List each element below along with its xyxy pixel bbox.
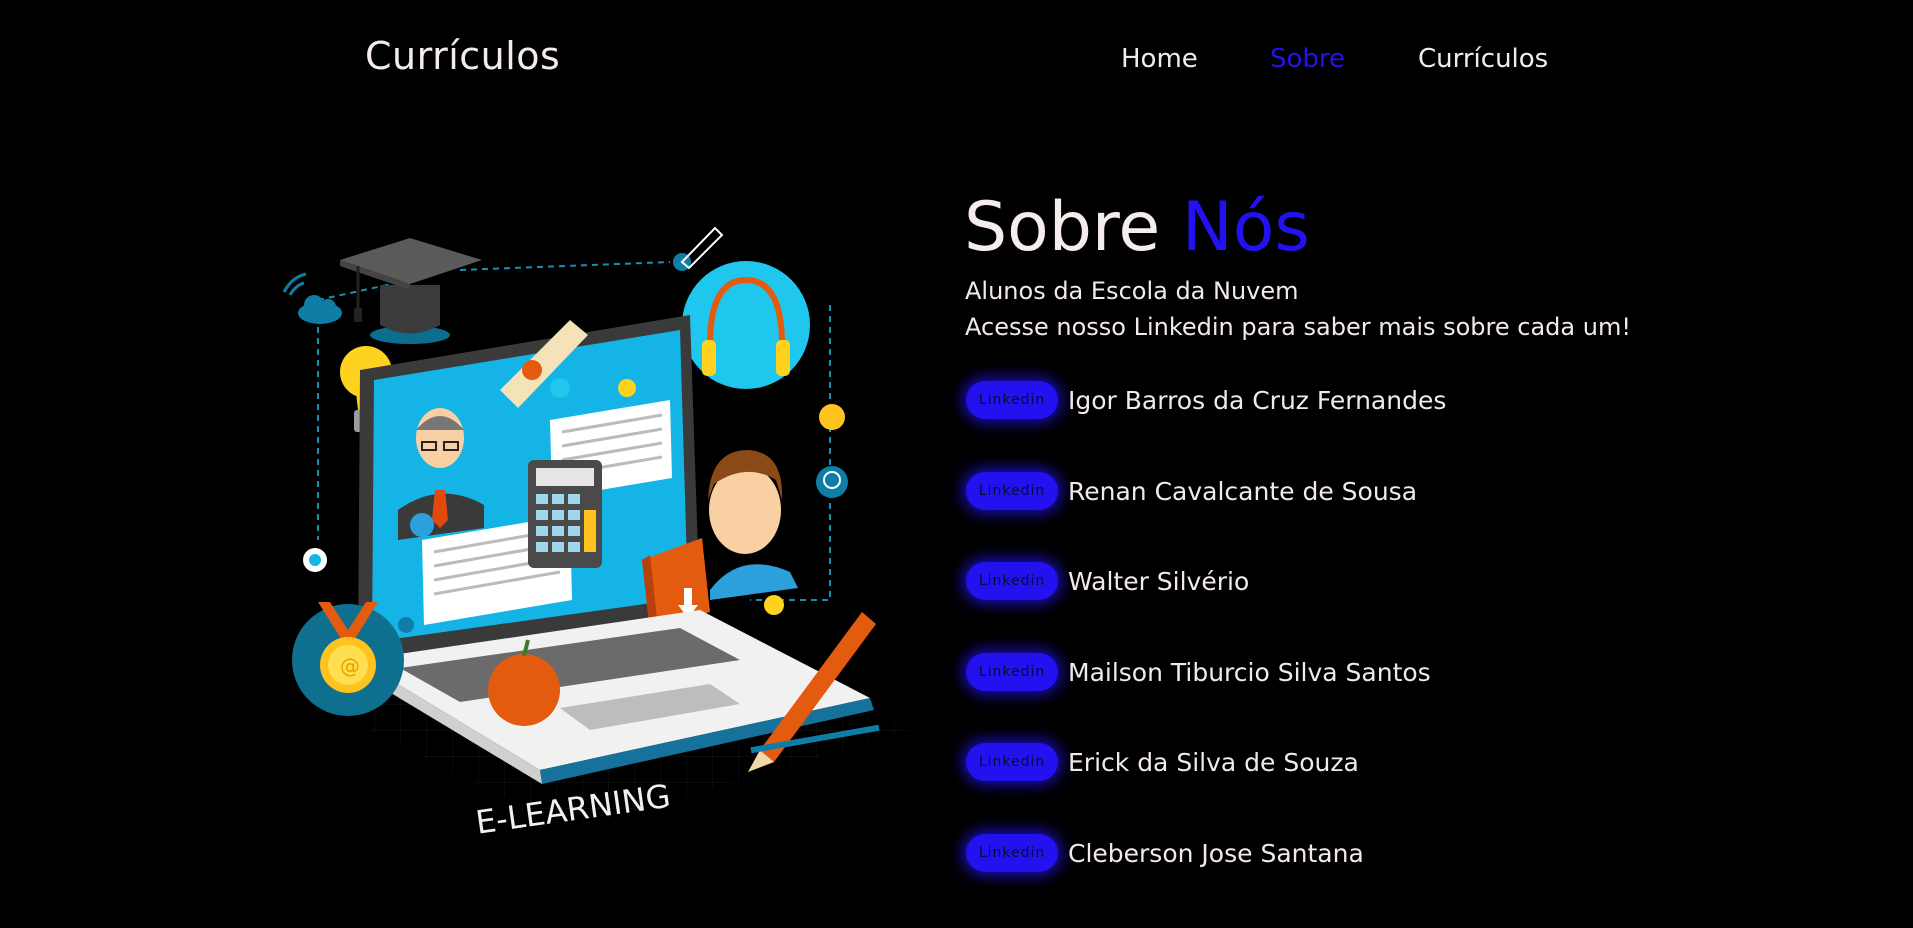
member-item: Linkedin Mailson Tiburcio Silva Santos: [966, 652, 1431, 692]
page: Currículos Home Sobre Currículos @ E-LEA…: [0, 0, 1913, 928]
member-item: Linkedin Cleberson Jose Santana: [966, 833, 1364, 873]
nav-curriculos-link[interactable]: Currículos: [1418, 44, 1548, 74]
linkedin-button[interactable]: Linkedin: [966, 381, 1058, 419]
member-name: Igor Barros da Cruz Fernandes: [1068, 385, 1447, 415]
linkedin-button[interactable]: Linkedin: [966, 743, 1058, 781]
page-title: Sobre Nós: [964, 188, 1310, 267]
member-item: Linkedin Igor Barros da Cruz Fernandes: [966, 380, 1446, 420]
linkedin-button[interactable]: Linkedin: [966, 834, 1058, 872]
nav-sobre-link[interactable]: Sobre: [1270, 44, 1345, 74]
member-item: Linkedin Walter Silvério: [966, 561, 1249, 601]
nav-home-link[interactable]: Home: [1121, 44, 1198, 74]
calculator-icon: [528, 460, 602, 568]
member-name: Walter Silvério: [1068, 566, 1250, 596]
about-line-1: Alunos da Escola da Nuvem: [965, 277, 1299, 305]
headphones-icon: [682, 261, 810, 389]
title-accent: Nós: [1181, 188, 1310, 267]
student-avatar-icon: [708, 450, 798, 600]
member-name: Mailson Tiburcio Silva Santos: [1068, 657, 1431, 687]
member-item: Linkedin Renan Cavalcante de Sousa: [966, 471, 1417, 511]
cloud-icon: [282, 272, 342, 324]
title-main: Sobre: [964, 188, 1161, 267]
main-nav: Home Sobre Currículos: [0, 44, 1913, 74]
linkedin-button[interactable]: Linkedin: [966, 472, 1058, 510]
member-name: Renan Cavalcante de Sousa: [1068, 476, 1418, 506]
member-name: Cleberson Jose Santana: [1068, 838, 1364, 868]
member-item: Linkedin Erick da Silva de Souza: [966, 742, 1359, 782]
member-name: Erick da Silva de Souza: [1068, 747, 1359, 777]
e-learning-illustration: @ E-LEARNING: [270, 210, 910, 880]
small-lightbulb-icon: [816, 466, 848, 498]
linkedin-button[interactable]: Linkedin: [966, 653, 1058, 691]
svg-text:@: @: [340, 654, 360, 678]
about-line-2: Acesse nosso Linkedin para saber mais so…: [965, 313, 1631, 341]
linkedin-button[interactable]: Linkedin: [966, 562, 1058, 600]
